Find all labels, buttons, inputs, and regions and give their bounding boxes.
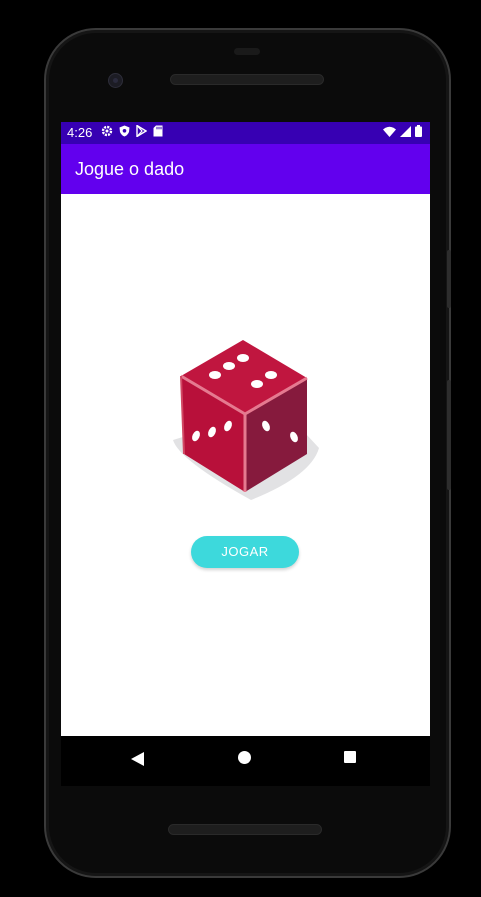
battery-icon <box>415 125 422 140</box>
dice-icon <box>171 336 321 506</box>
app-title: Jogue o dado <box>75 159 185 179</box>
top-speaker <box>170 74 324 85</box>
power-button <box>447 250 451 308</box>
navigation-bar <box>61 736 430 786</box>
back-icon[interactable] <box>131 752 144 771</box>
bottom-speaker <box>168 824 322 835</box>
status-bar: 4:26 <box>61 122 430 144</box>
home-icon[interactable] <box>238 751 251 764</box>
status-icons-right <box>383 125 422 140</box>
front-camera <box>108 73 123 88</box>
status-time: 4:26 <box>67 125 93 140</box>
status-icons-left <box>101 124 163 140</box>
play-store-icon <box>136 124 148 140</box>
main-content: JOGAR <box>61 194 430 736</box>
settings-icon <box>101 125 113 140</box>
app-bar: Jogue o dado <box>61 144 430 194</box>
earpiece-notch <box>234 48 260 55</box>
play-button[interactable]: JOGAR <box>191 536 299 568</box>
signal-icon <box>400 125 411 140</box>
shield-icon <box>119 125 130 140</box>
volume-button <box>447 380 451 490</box>
wifi-icon <box>383 125 396 140</box>
screen: 4:26 Jogue o dado JOGAR <box>61 122 430 786</box>
sd-card-icon <box>153 125 163 140</box>
recents-icon[interactable] <box>344 751 356 763</box>
